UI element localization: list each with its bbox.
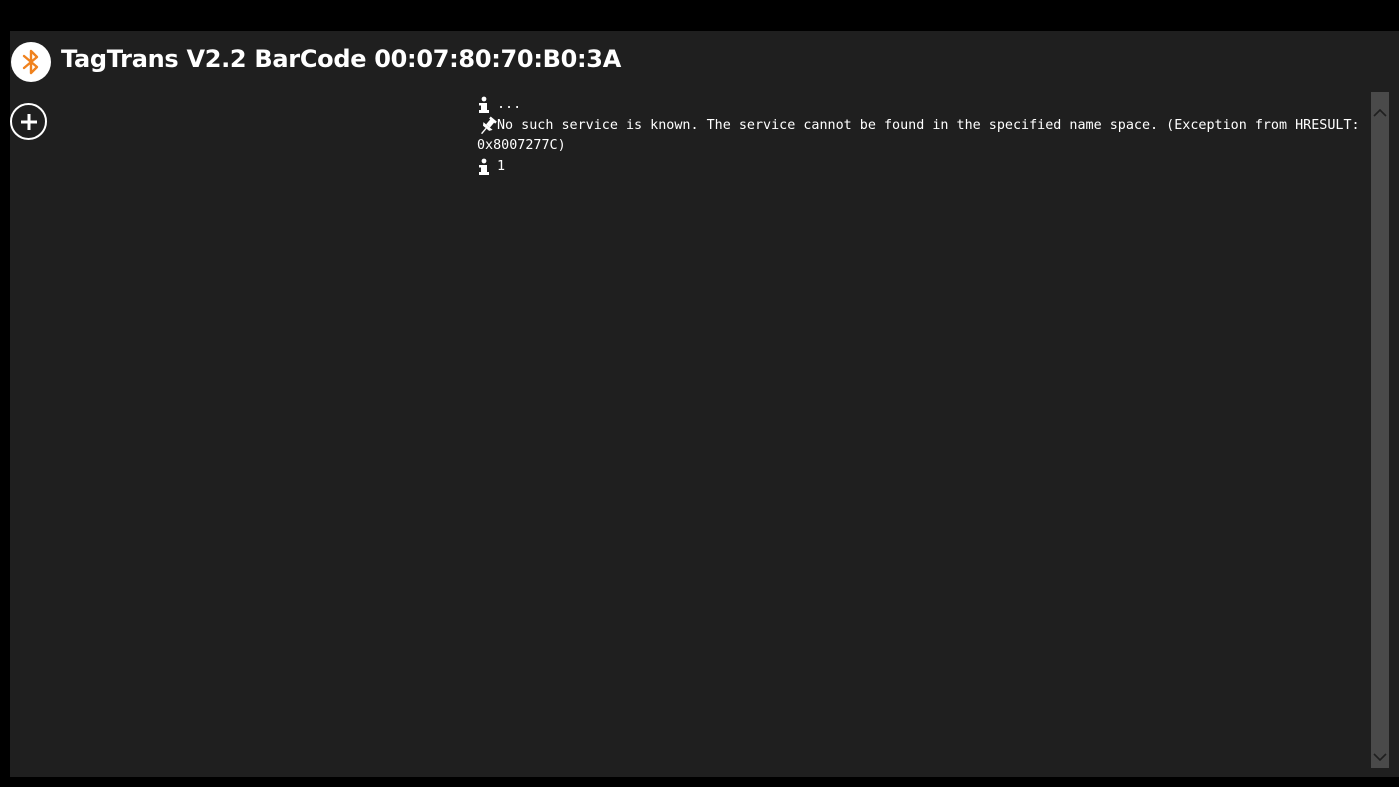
info-icon [477, 95, 497, 115]
header: TagTrans V2.2 BarCode 00:07:80:70:B0:3A [10, 31, 1399, 93]
app-window: TagTrans V2.2 BarCode 00:07:80:70:B0:3A … [10, 31, 1399, 777]
page-title: TagTrans V2.2 BarCode 00:07:80:70:B0:3A [61, 45, 621, 73]
vertical-scrollbar[interactable] [1371, 92, 1389, 768]
log-entry: 1 [477, 157, 1370, 178]
scroll-down-button[interactable] [1371, 746, 1389, 768]
log-entry: No such service is known. The service ca… [477, 116, 1370, 157]
scroll-up-button[interactable] [1371, 102, 1389, 124]
log-message: No such service is known. The service ca… [477, 117, 1368, 154]
chevron-up-icon [1373, 108, 1387, 117]
pin-icon [477, 116, 497, 136]
log-message: ... [497, 97, 522, 112]
log-message: 1 [497, 158, 506, 174]
log-entry: ... [477, 95, 1370, 116]
bluetooth-icon [11, 42, 51, 82]
plus-icon [20, 113, 37, 130]
log-output: ... No such service is known. The servic… [477, 95, 1370, 775]
info-icon [477, 157, 497, 177]
chevron-down-icon [1373, 753, 1387, 762]
add-button[interactable] [10, 103, 47, 140]
